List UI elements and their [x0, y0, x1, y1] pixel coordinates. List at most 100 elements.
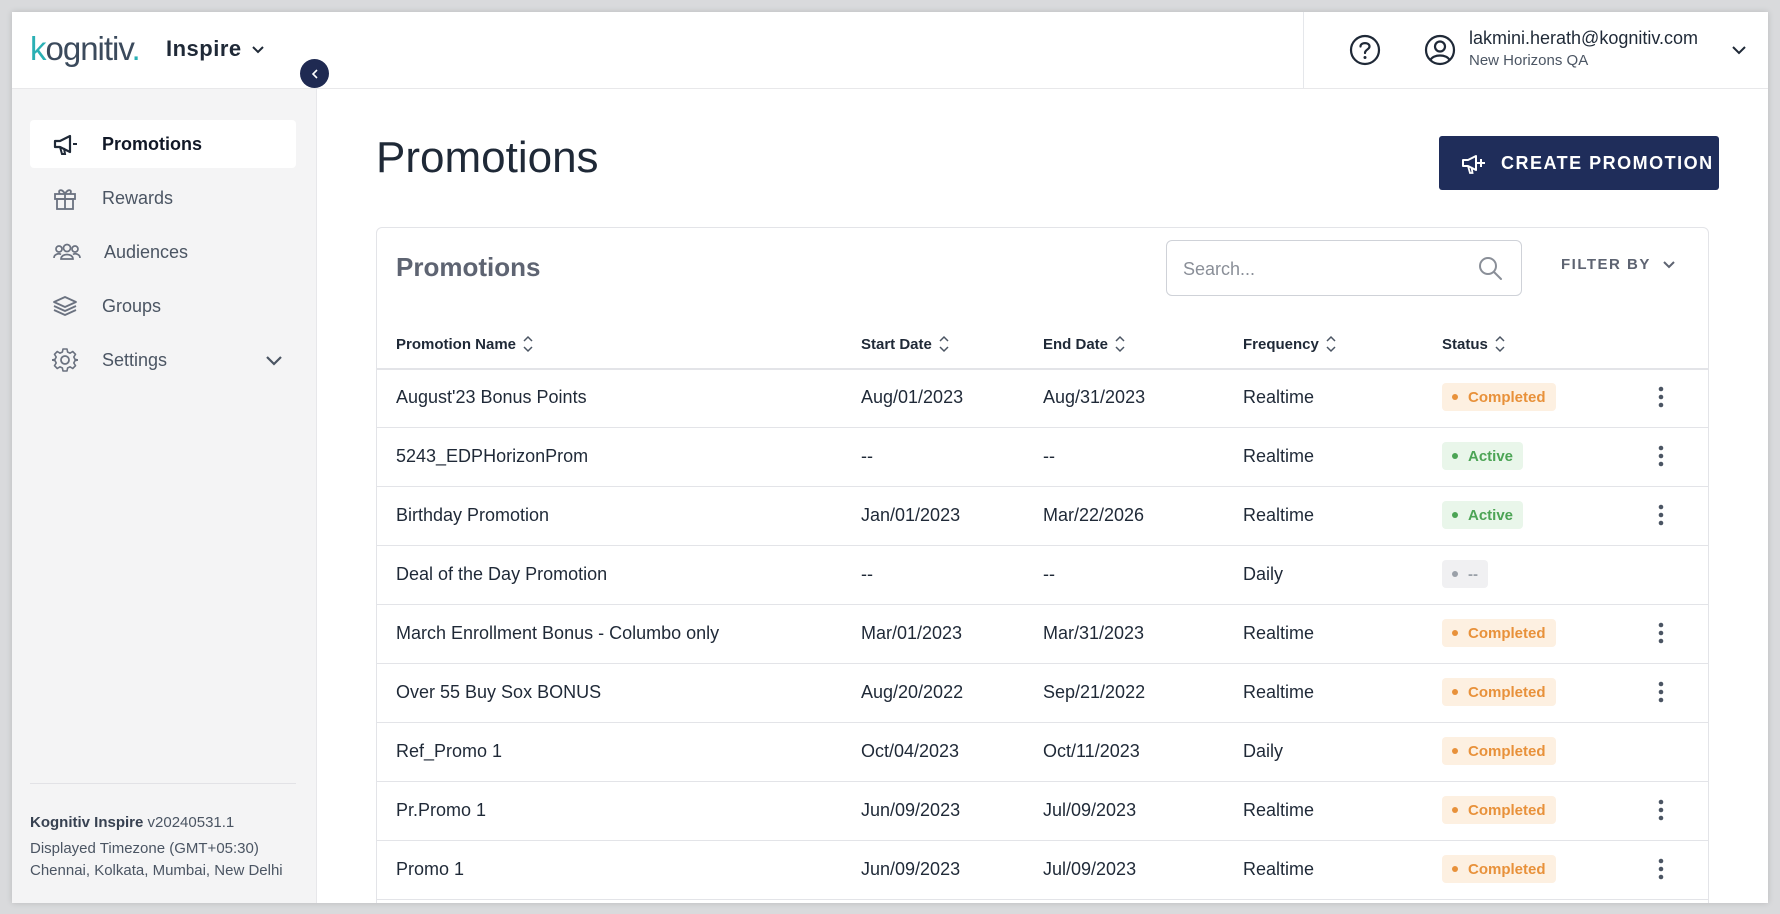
filter-by-button[interactable]: FILTER BY — [1561, 256, 1677, 273]
table-row[interactable]: Deal of the Day Promotion -- -- Daily -- — [377, 546, 1708, 605]
help-icon[interactable] — [1345, 30, 1385, 70]
sort-icon — [1495, 335, 1505, 353]
frequency-cell: Daily — [1243, 741, 1284, 761]
table-row[interactable]: 5243_EDPHorizonProm -- -- Realtime Active — [377, 428, 1708, 487]
end-date-cell: Mar/31/2023 — [1043, 623, 1145, 643]
table-row[interactable]: March Enrollment Bonus - Columbo only Mar… — [377, 605, 1708, 664]
sidebar-item-groups[interactable]: Groups — [30, 282, 296, 330]
product-version: v20240531.1 — [147, 814, 235, 831]
sidebar-item-label: Promotions — [102, 133, 203, 154]
sort-icon — [1326, 335, 1336, 353]
status-dot — [1452, 453, 1458, 459]
status-badge: Completed — [1442, 855, 1556, 883]
more-options-icon[interactable] — [1649, 619, 1673, 647]
status-label: Completed — [1468, 742, 1546, 760]
table-row[interactable]: Promo 1 Jun/09/2023 Jul/09/2023 Realtime Com… — [377, 841, 1708, 900]
table-row[interactable]: August'23 Bonus Points Aug/01/2023 Aug/31/… — [377, 369, 1708, 428]
sort-icon — [523, 335, 533, 353]
status-badge: Completed — [1442, 737, 1556, 765]
more-options-icon[interactable] — [1649, 678, 1673, 706]
sidebar-divider — [30, 783, 296, 784]
timezone-label: Displayed Timezone (GMT+05:30) — [30, 840, 259, 857]
start-date-cell: Jan/01/2023 — [861, 505, 961, 525]
sidebar-item-label: Settings — [102, 349, 168, 370]
end-date-cell: -- — [1043, 564, 1055, 584]
app-name: Inspire — [166, 36, 242, 61]
start-date-cell: Oct/04/2023 — [861, 741, 960, 761]
status-badge: Completed — [1442, 619, 1556, 647]
top-bar: kognitiv. Inspire lakmini.herath@kogniti… — [12, 12, 1768, 89]
megaphone-plus-icon — [1462, 155, 1485, 174]
column-header-promotion-name[interactable]: Promotion Name — [396, 334, 534, 354]
status-dot — [1452, 748, 1458, 754]
promotions-table-card: Promotions FILTER BY Promotion Name Star — [376, 227, 1709, 903]
start-date-cell: Jun/09/2023 — [861, 800, 961, 820]
column-header-frequency[interactable]: Frequency — [1243, 334, 1337, 354]
page-title: Promotions — [376, 133, 599, 182]
sidebar-item-settings[interactable]: Settings — [30, 336, 296, 384]
status-label: Completed — [1468, 683, 1546, 701]
create-promotion-button[interactable]: CREATE PROMOTION — [1439, 136, 1719, 190]
sidebar: Promotions Rewards Audiences Groups Sett… — [12, 89, 317, 903]
frequency-cell: Realtime — [1243, 623, 1315, 643]
end-date-cell: Mar/22/2026 — [1043, 505, 1145, 525]
layers-icon — [53, 296, 77, 316]
header-divider — [1303, 12, 1304, 88]
product-name: Kognitiv Inspire — [30, 814, 144, 831]
chevron-down-icon — [251, 46, 264, 54]
status-dot — [1452, 512, 1458, 518]
end-date-cell: Jul/09/2023 — [1043, 800, 1137, 820]
more-options-icon[interactable] — [1649, 442, 1673, 470]
column-header-end-date[interactable]: End Date — [1043, 334, 1126, 354]
sidebar-item-promotions[interactable]: Promotions — [30, 120, 296, 168]
collapse-sidebar-button[interactable] — [300, 59, 329, 88]
promotion-name-cell: August'23 Bonus Points — [396, 387, 587, 407]
app-switcher[interactable]: Inspire — [166, 36, 266, 62]
main-content: Promotions CREATE PROMOTION Promotions F… — [317, 89, 1768, 903]
promotion-name-cell: March Enrollment Bonus - Columbo only — [396, 623, 720, 643]
status-badge: Completed — [1442, 678, 1556, 706]
timezone-cities: Chennai, Kolkata, Mumbai, New Delhi — [30, 862, 283, 879]
more-options-icon[interactable] — [1649, 796, 1673, 824]
user-avatar-icon[interactable] — [1420, 30, 1460, 70]
gift-icon — [54, 189, 76, 210]
column-label: Start Date — [861, 335, 932, 353]
column-header-start-date[interactable]: Start Date — [861, 334, 950, 354]
end-date-cell: Oct/11/2023 — [1043, 741, 1140, 761]
status-badge: -- — [1442, 560, 1488, 588]
version-info: Kognitiv Inspire v20240531.1 — [30, 814, 234, 831]
search-icon[interactable] — [1477, 255, 1503, 281]
sort-icon — [939, 335, 949, 353]
status-label: Completed — [1468, 624, 1546, 642]
status-badge: Completed — [1442, 796, 1556, 824]
column-label: Promotion Name — [396, 335, 517, 353]
more-options-icon[interactable] — [1649, 855, 1673, 883]
column-label: Frequency — [1243, 335, 1319, 353]
more-options-icon[interactable] — [1649, 383, 1673, 411]
frequency-cell: Realtime — [1243, 505, 1315, 525]
sidebar-item-audiences[interactable]: Audiences — [30, 228, 296, 276]
column-label: Status — [1442, 335, 1488, 353]
table-row[interactable]: Birthday Promotion Jan/01/2023 Mar/22/2026… — [377, 487, 1708, 546]
start-date-cell: Jun/09/2023 — [861, 859, 961, 879]
column-header-status[interactable]: Status — [1442, 334, 1506, 354]
account-menu-chevron-icon[interactable] — [1727, 38, 1751, 62]
table-row[interactable]: Over 55 Buy Sox BONUS Aug/20/2022 Sep/21/2… — [377, 664, 1708, 723]
status-label: Active — [1468, 447, 1514, 465]
status-dot — [1452, 807, 1458, 813]
kognitiv-logo[interactable]: kognitiv. — [30, 30, 141, 68]
status-label: Completed — [1468, 860, 1546, 878]
start-date-cell: -- — [861, 446, 873, 466]
table-row[interactable]: Pr.Promo 1 Jun/09/2023 Jul/09/2023 Realtime… — [377, 782, 1708, 841]
frequency-cell: Realtime — [1243, 859, 1315, 879]
status-dot — [1452, 630, 1458, 636]
search-input[interactable] — [1181, 255, 1465, 283]
more-options-icon[interactable] — [1649, 501, 1673, 529]
sidebar-item-rewards[interactable]: Rewards — [30, 174, 296, 222]
megaphone-icon — [53, 134, 77, 155]
table-row[interactable]: Ref_Promo 1 Oct/04/2023 Oct/11/2023 Daily Co… — [377, 723, 1708, 782]
gear-icon — [52, 348, 78, 372]
promotion-name-cell: Deal of the Day Promotion — [396, 564, 608, 584]
sidebar-item-label: Audiences — [104, 241, 189, 262]
status-label: Active — [1468, 506, 1514, 524]
